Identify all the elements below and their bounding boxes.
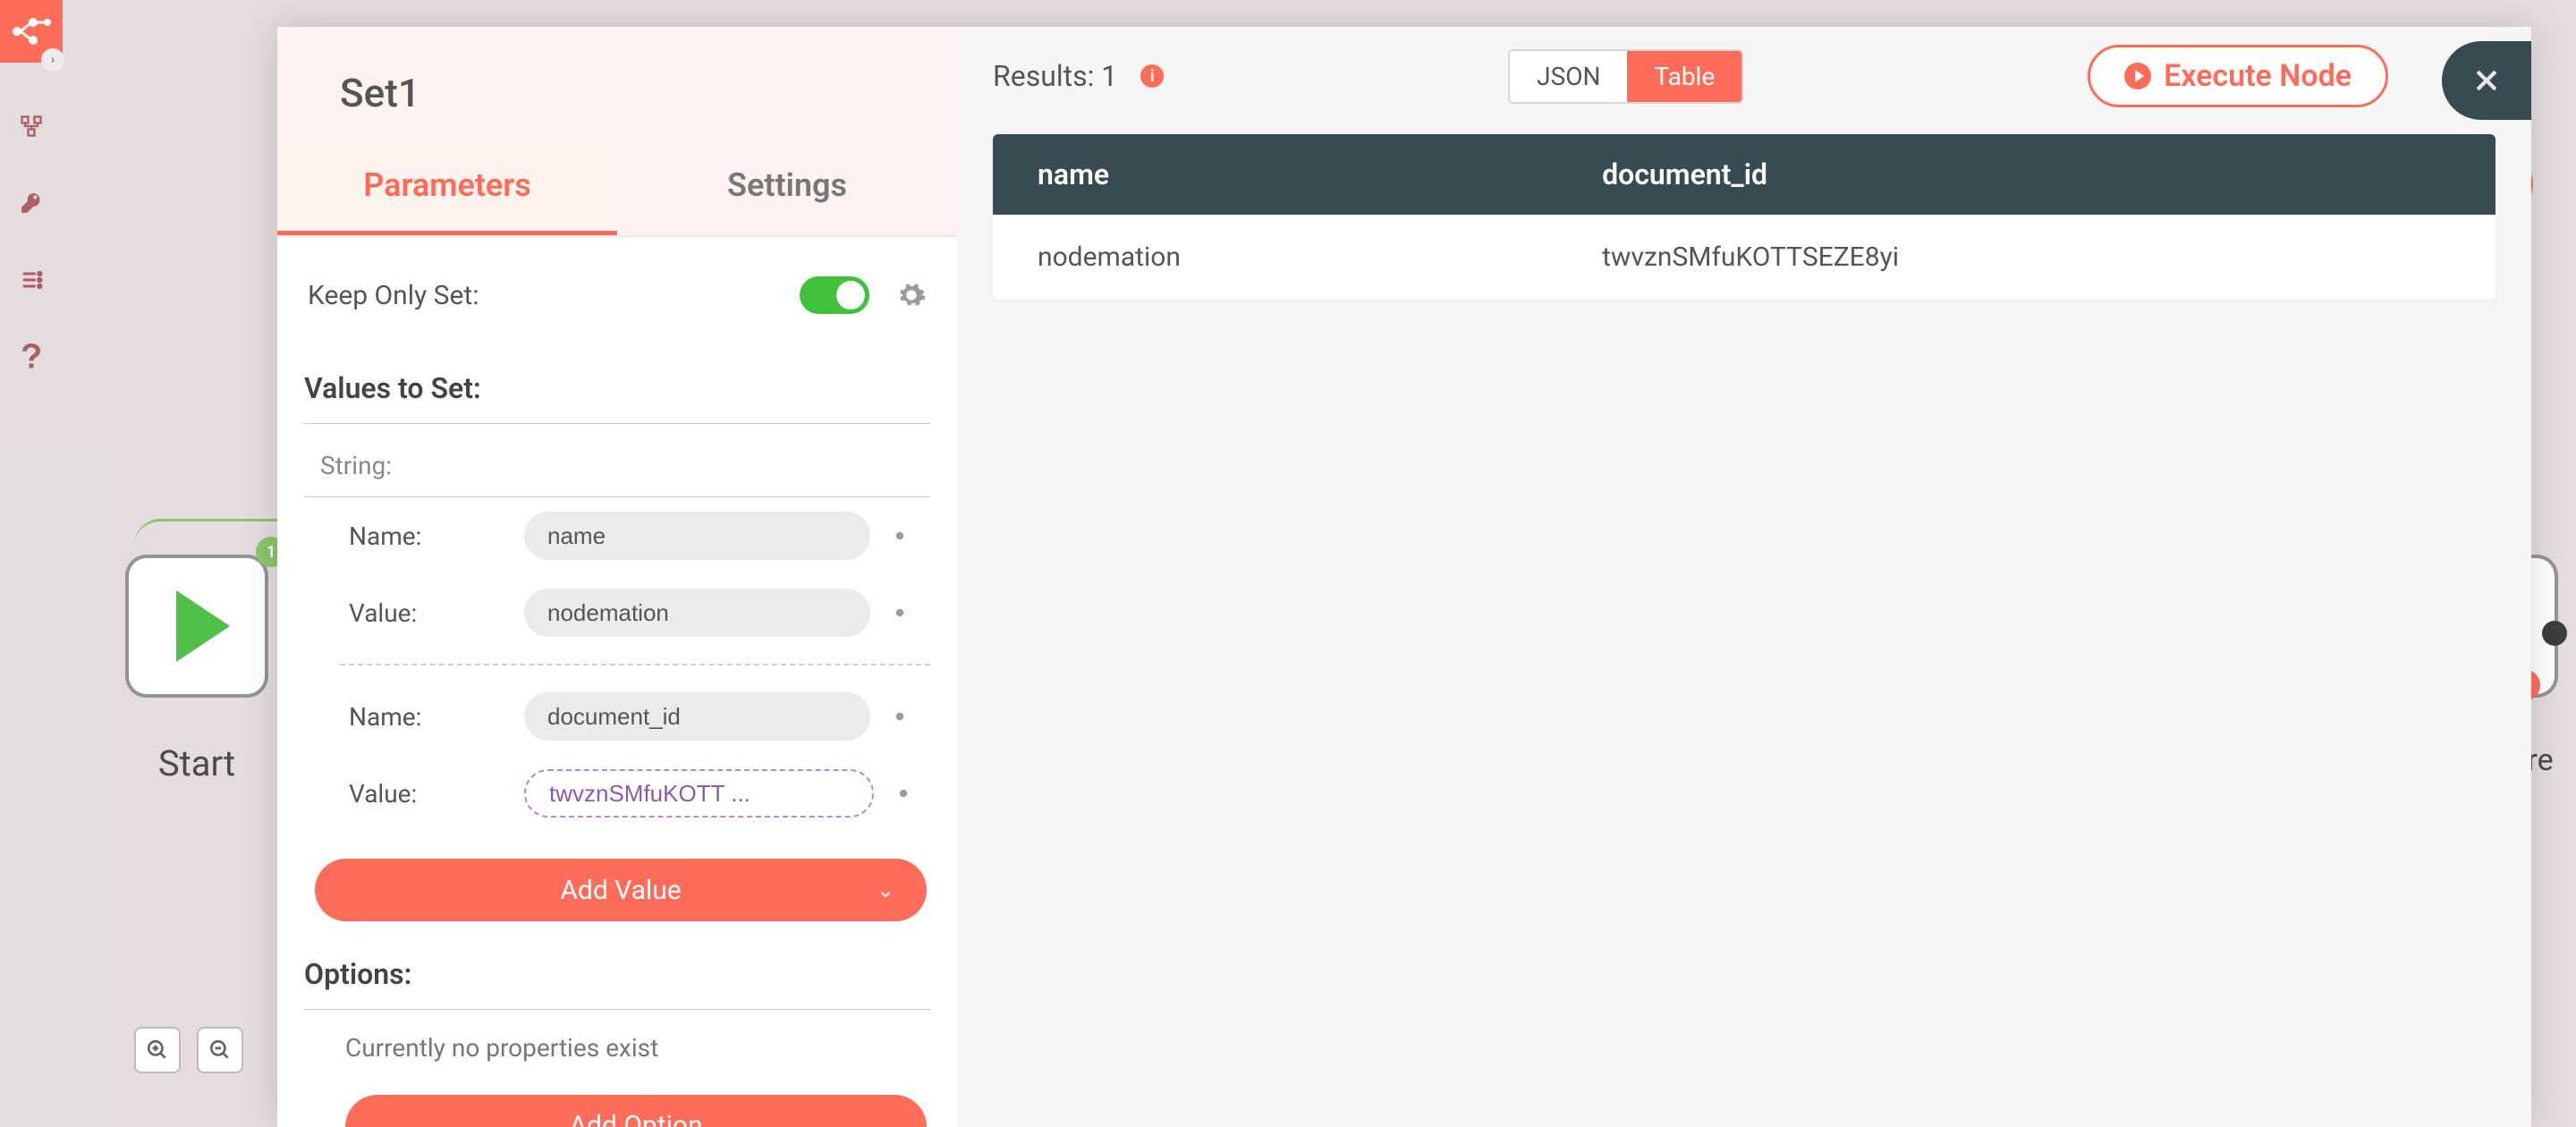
table-header-row: name document_id <box>993 134 2496 215</box>
table-row[interactable]: nodemation twvznSMfuKOTTSEZE8yi <box>993 215 2496 300</box>
field-label: Value: <box>349 598 510 628</box>
string-value-input-0[interactable] <box>524 589 870 637</box>
play-circle-icon <box>2124 63 2151 89</box>
string-name-row: Name: <box>304 497 930 574</box>
info-icon[interactable]: i <box>1140 64 1164 88</box>
execute-node-button[interactable]: Execute Node <box>2088 45 2388 107</box>
keep-only-set-row: Keep Only Set: <box>304 276 930 339</box>
add-option-label: Add Option <box>569 1110 702 1127</box>
keep-only-set-toggle[interactable] <box>800 276 869 314</box>
gear-icon[interactable] <box>888 778 919 809</box>
view-table-button[interactable]: Table <box>1627 51 1741 102</box>
start-node-label: Start <box>125 742 268 784</box>
results-table: name document_id nodemation twvznSMfuKOT… <box>993 134 2496 300</box>
string-name-input-1[interactable] <box>524 692 870 741</box>
field-label: Value: <box>349 779 510 809</box>
node-title: Set1 <box>277 27 957 143</box>
string-value-row: Value: <box>304 574 930 651</box>
results-table-wrap: name document_id nodemation twvznSMfuKOT… <box>993 134 2496 300</box>
results-panel: Results: 1 i JSON Table Execute Node nam… <box>957 27 2531 1127</box>
field-label: Name: <box>349 702 510 732</box>
string-name-row: Name: <box>304 678 930 755</box>
col-name: name <box>993 134 1557 215</box>
string-subheading: String: <box>304 424 930 497</box>
field-label: Name: <box>349 521 510 551</box>
results-bar: Results: 1 i JSON Table Execute Node <box>957 27 2531 125</box>
gear-icon[interactable] <box>896 280 927 310</box>
cell-name: nodemation <box>993 215 1557 300</box>
string-name-input-0[interactable] <box>524 512 870 560</box>
add-value-label: Add Value <box>560 875 681 906</box>
gear-icon[interactable] <box>885 597 915 628</box>
string-value-row: Value: <box>304 755 930 832</box>
zoom-controls <box>134 1027 243 1073</box>
no-properties-note: Currently no properties exist <box>304 1010 930 1086</box>
view-toggle: JSON Table <box>1508 49 1743 104</box>
execute-node-label: Execute Node <box>2164 58 2351 94</box>
tab-settings[interactable]: Settings <box>617 143 957 235</box>
output-port[interactable] <box>2542 621 2567 646</box>
options-heading: Options: <box>304 925 930 1010</box>
add-option-button[interactable]: Add Option <box>345 1095 927 1127</box>
close-button[interactable] <box>2442 41 2531 120</box>
zoom-out-button[interactable] <box>197 1027 243 1073</box>
results-count: Results: 1 <box>993 59 1117 93</box>
view-json-button[interactable]: JSON <box>1510 51 1627 102</box>
col-document-id: document_id <box>1557 134 2496 215</box>
string-value-input-1[interactable] <box>524 769 874 818</box>
cell-document-id: twvznSMfuKOTTSEZE8yi <box>1557 215 2496 300</box>
gear-icon[interactable] <box>885 701 915 732</box>
keep-only-set-label: Keep Only Set: <box>308 280 479 311</box>
parameters-scroll[interactable]: Keep Only Set: Values to Set: String: Na… <box>277 237 957 1127</box>
add-value-button[interactable]: Add Value ⌄ <box>315 859 927 921</box>
tabs: Parameters Settings <box>277 143 957 237</box>
zoom-in-button[interactable] <box>134 1027 181 1073</box>
divider <box>340 664 930 665</box>
parameters-panel: Set1 Parameters Settings Keep Only Set: … <box>277 27 957 1127</box>
start-node[interactable]: 1 <box>125 555 268 698</box>
tab-parameters[interactable]: Parameters <box>277 143 617 235</box>
node-editor-modal: Set1 Parameters Settings Keep Only Set: … <box>277 27 2531 1127</box>
values-to-set-heading: Values to Set: <box>304 339 930 424</box>
gear-icon[interactable] <box>885 521 915 551</box>
play-icon <box>176 590 230 662</box>
chevron-down-icon: ⌄ <box>877 877 894 902</box>
